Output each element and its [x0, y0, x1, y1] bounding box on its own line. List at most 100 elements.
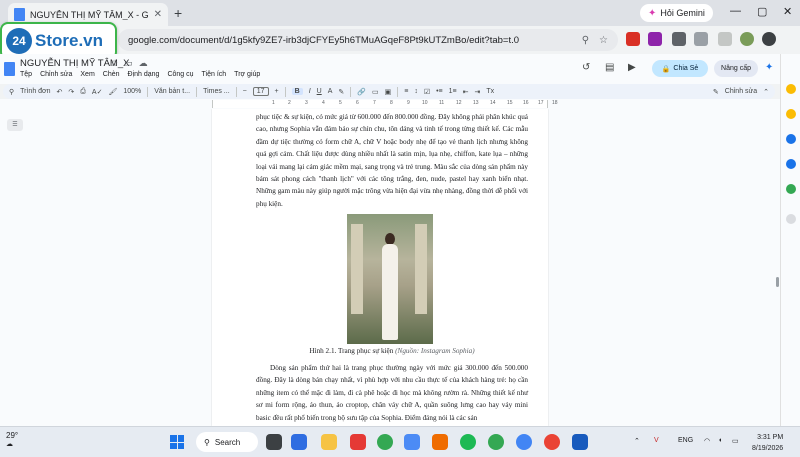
docs-home-icon[interactable] [4, 62, 15, 76]
increase-font-icon[interactable]: + [275, 88, 279, 95]
menu-file[interactable]: Tệp [20, 71, 32, 78]
numbered-list-icon[interactable]: 1≡ [449, 88, 457, 95]
extension-icon[interactable] [626, 32, 640, 46]
document-page[interactable]: phục tiệc & sự kiện, có mức giá từ 600.0… [212, 109, 548, 426]
sync-icon[interactable] [740, 32, 754, 46]
calculator-icon[interactable] [404, 434, 420, 450]
zoom-select[interactable]: 100% [123, 88, 141, 95]
word-icon[interactable] [572, 434, 588, 450]
profile-avatar[interactable] [762, 32, 776, 46]
image-icon[interactable]: ▣ [385, 88, 392, 96]
ask-gemini-button[interactable]: ✦ Hỏi Gemini [640, 4, 713, 22]
indent-icon[interactable]: ⇤ [463, 88, 469, 96]
font-select[interactable]: Times ... [203, 88, 230, 95]
print-icon[interactable]: ⎙ [80, 88, 86, 96]
weather-widget[interactable]: 29° ☁ [6, 431, 18, 448]
url-text[interactable]: google.com/document/d/1g5kfy9ZE7-irb3djC… [128, 35, 572, 46]
minimize-button[interactable]: — [730, 5, 741, 17]
bookmark-star-icon[interactable]: ☆ [599, 35, 608, 46]
clear-format-icon[interactable]: Tx [486, 88, 494, 95]
address-bar[interactable]: google.com/document/d/1g5kfy9ZE7-irb3djC… [118, 29, 618, 51]
gemini-sparkle-icon[interactable]: ✦ [765, 62, 773, 73]
collapse-toolbar-icon[interactable]: ⌃ [763, 88, 769, 96]
chrome-icon[interactable] [544, 434, 560, 450]
redo-icon[interactable]: ↷ [68, 88, 74, 96]
highlight-icon[interactable]: ✎ [338, 88, 344, 96]
antivirus-icon[interactable]: V [654, 437, 659, 444]
font-size-input[interactable]: 17 [252, 87, 269, 96]
spellcheck-icon[interactable]: A✓ [92, 88, 103, 96]
meet-icon[interactable]: ▶ [628, 62, 636, 73]
comment-icon[interactable]: ▭ [372, 88, 379, 96]
ruler-bar[interactable] [212, 100, 548, 108]
menus-search-label[interactable]: Trình đơn [20, 88, 50, 95]
contacts-icon[interactable] [786, 159, 796, 169]
wifi-icon[interactable]: ◠ [704, 437, 710, 445]
maximize-button[interactable]: ▢ [757, 5, 767, 18]
menu-extensions[interactable]: Tiện ích [202, 71, 227, 78]
sidebar-icon[interactable] [718, 32, 732, 46]
undo-icon[interactable]: ↶ [57, 88, 63, 96]
zoom-icon[interactable]: ⚲ [582, 35, 589, 46]
bold-icon[interactable]: B [291, 88, 303, 95]
extension-icon[interactable] [648, 32, 662, 46]
menu-help[interactable]: Trợ giúp [234, 71, 260, 78]
close-window-button[interactable]: ✕ [783, 5, 792, 18]
menu-format[interactable]: Định dạng [128, 71, 160, 78]
move-folder-icon[interactable]: ▭ [124, 58, 133, 69]
comments-icon[interactable]: ▤ [605, 62, 614, 73]
search-menus-icon[interactable]: ⚲ [9, 88, 14, 96]
decrease-font-icon[interactable]: − [243, 88, 247, 95]
paragraph[interactable]: phục tiệc & sự kiện, có mức giá từ 600.0… [256, 111, 528, 210]
tray-chevron-icon[interactable]: ⌃ [634, 437, 640, 445]
document-outline-icon[interactable]: ☰ [7, 119, 23, 131]
close-tab-icon[interactable]: ✕ [154, 9, 162, 20]
ruler[interactable]: 1 2 3 4 5 6 7 8 9 10 11 12 13 14 15 16 1… [0, 99, 780, 109]
editing-mode-select[interactable]: Chỉnh sửa [725, 88, 757, 95]
maps-icon[interactable] [786, 184, 796, 194]
editing-mode-icon[interactable]: ✎ [713, 88, 719, 96]
paragraph[interactable]: Dòng sản phẩm thứ hai là trang phục thườ… [256, 362, 528, 424]
menu-tools[interactable]: Công cụ [167, 71, 193, 78]
link-icon[interactable]: 🔗 [357, 88, 366, 96]
new-tab-button[interactable]: + [174, 5, 182, 21]
share-button[interactable]: 🔒 Chia Sẻ [652, 60, 708, 77]
menu-edit[interactable]: Chỉnh sửa [40, 71, 72, 78]
paint-format-icon[interactable]: 🖌 [108, 88, 117, 96]
chrome-icon[interactable] [488, 434, 504, 450]
scrollbar-thumb[interactable] [776, 277, 779, 287]
version-history-icon[interactable]: ↺ [582, 62, 590, 73]
figure-image[interactable] [347, 214, 433, 344]
calendar-icon[interactable] [786, 84, 796, 94]
battery-icon[interactable]: ▭ [732, 437, 739, 445]
bullet-list-icon[interactable]: •≡ [436, 88, 443, 95]
line-spacing-icon[interactable]: ↕ [414, 88, 418, 95]
tasks-icon[interactable] [786, 134, 796, 144]
style-select[interactable]: Văn bản t... [154, 88, 190, 95]
menu-insert[interactable]: Chèn [103, 71, 120, 78]
cloud-status-icon[interactable]: ☁ [139, 58, 148, 69]
menu-view[interactable]: Xem [80, 71, 94, 78]
figure-caption[interactable]: Hình 2.1. Trang phục sự kiện (Nguồn: Ins… [256, 347, 528, 355]
app-icon[interactable] [291, 434, 307, 450]
extensions-puzzle-icon[interactable] [694, 32, 708, 46]
chrome-icon[interactable] [377, 434, 393, 450]
keep-icon[interactable] [786, 109, 796, 119]
spotify-icon[interactable] [460, 434, 476, 450]
language-indicator[interactable]: ENG [678, 437, 693, 444]
volume-icon[interactable]: ◖ [718, 437, 722, 444]
text-color-icon[interactable]: A [328, 88, 333, 95]
file-explorer-icon[interactable] [321, 434, 337, 450]
add-addon-icon[interactable] [786, 214, 796, 224]
italic-icon[interactable]: I [309, 88, 311, 95]
checklist-icon[interactable]: ☑ [424, 88, 430, 96]
underline-icon[interactable]: U [317, 88, 322, 95]
youtube-icon[interactable] [350, 434, 366, 450]
outdent-icon[interactable]: ⇥ [475, 88, 481, 96]
taskbar-search[interactable]: ⚲ Search [196, 432, 258, 452]
app-icon[interactable] [432, 434, 448, 450]
extension-icon[interactable] [672, 32, 686, 46]
align-icon[interactable]: ≡ [404, 88, 408, 95]
task-view-icon[interactable] [266, 434, 282, 450]
upgrade-button[interactable]: Nâng cấp [714, 60, 758, 77]
